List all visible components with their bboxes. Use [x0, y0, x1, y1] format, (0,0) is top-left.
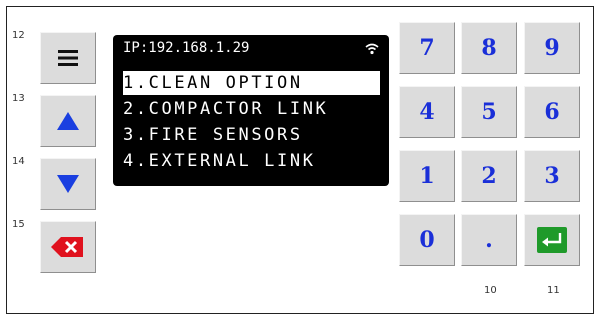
digit-7-label: 7: [419, 35, 435, 61]
digit-5-label: 5: [481, 99, 497, 125]
side-key-number-14: 14: [12, 156, 25, 167]
menu-item-compactor-link[interactable]: 2.COMPACTOR LINK: [123, 97, 380, 121]
digit-8-label: 8: [481, 35, 497, 61]
digit-6-button[interactable]: 6: [524, 86, 580, 138]
decimal-point-button[interactable]: .: [461, 214, 517, 266]
scroll-up-button[interactable]: [40, 95, 96, 147]
digit-0-button[interactable]: 0: [399, 214, 455, 266]
menu-item-clean-option[interactable]: 1.CLEAN OPTION: [123, 71, 380, 95]
digit-3-button[interactable]: 3: [524, 150, 580, 202]
wifi-icon: [365, 43, 379, 55]
digit-2-button[interactable]: 2: [461, 150, 517, 202]
digit-0-label: 0: [419, 227, 435, 253]
menu-item-fire-sensors[interactable]: 3.FIRE SENSORS: [123, 123, 380, 147]
arrow-down-icon: [57, 175, 79, 193]
key-number-11: 11: [547, 285, 560, 296]
digit-4-label: 4: [419, 99, 435, 125]
digit-6-label: 6: [544, 99, 560, 125]
side-key-number-12: 12: [12, 30, 25, 41]
digit-5-button[interactable]: 5: [461, 86, 517, 138]
key-number-10: 10: [484, 285, 497, 296]
enter-button[interactable]: [524, 214, 580, 266]
digit-4-button[interactable]: 4: [399, 86, 455, 138]
digit-8-button[interactable]: 8: [461, 22, 517, 74]
lcd-display: IP:192.168.1.29 1.CLEAN OPTION 2.COMPACT…: [113, 35, 389, 186]
digit-1-button[interactable]: 1: [399, 150, 455, 202]
digit-7-button[interactable]: 7: [399, 22, 455, 74]
enter-icon: [537, 227, 567, 253]
digit-9-label: 9: [544, 35, 560, 61]
digit-9-button[interactable]: 9: [524, 22, 580, 74]
menu-item-external-link[interactable]: 4.EXTERNAL LINK: [123, 149, 380, 173]
digit-3-label: 3: [544, 163, 560, 189]
backspace-button[interactable]: [40, 221, 96, 273]
digit-1-label: 1: [419, 163, 435, 189]
backspace-icon: [51, 237, 83, 257]
side-key-number-13: 13: [12, 93, 25, 104]
menu-button[interactable]: [40, 32, 96, 84]
side-key-number-15: 15: [12, 219, 25, 230]
arrow-up-icon: [57, 112, 79, 130]
menu-icon: [58, 50, 78, 66]
ip-address: IP:192.168.1.29: [123, 40, 250, 56]
decimal-point-label: .: [485, 227, 493, 253]
digit-2-label: 2: [481, 163, 497, 189]
scroll-down-button[interactable]: [40, 158, 96, 210]
